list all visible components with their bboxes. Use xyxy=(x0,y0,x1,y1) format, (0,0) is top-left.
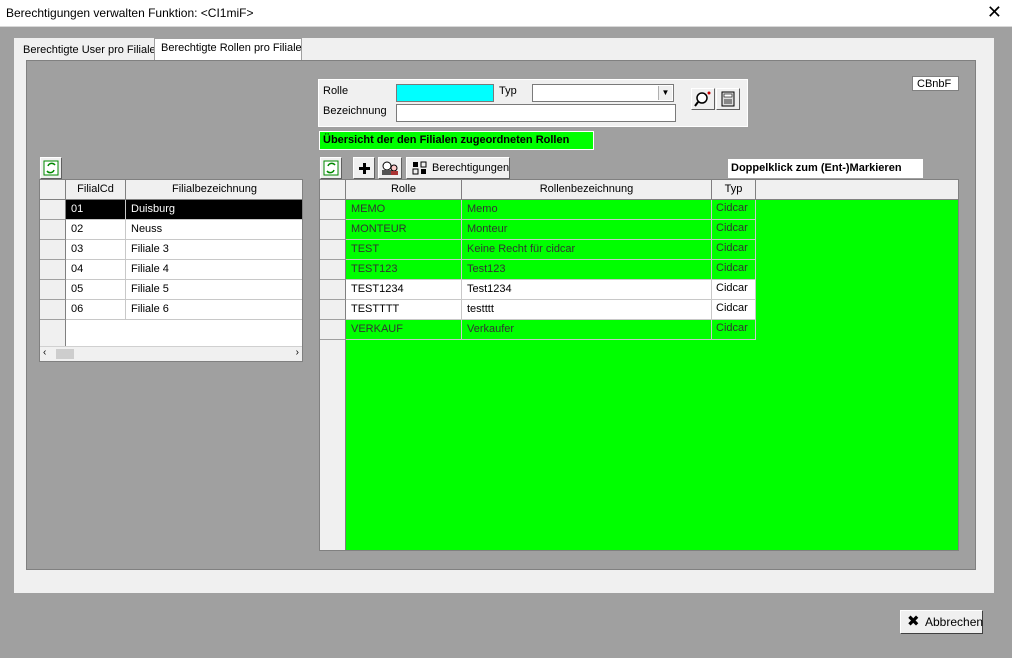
refresh-icon xyxy=(323,160,339,176)
doubleclick-hint: Doppelklick zum (Ent-)Markieren xyxy=(728,159,923,178)
window-title: Berechtigungen verwalten Funktion: <CI1m… xyxy=(6,6,254,20)
bezeichnung-input[interactable] xyxy=(396,104,676,122)
row-selector[interactable] xyxy=(40,200,66,220)
row-selector[interactable] xyxy=(320,320,346,340)
scroll-thumb[interactable] xyxy=(56,349,74,359)
rollenbezeichnung-cell[interactable]: Test1234 xyxy=(462,280,712,300)
row-selector[interactable] xyxy=(40,260,66,280)
berechtigungen-button[interactable]: Berechtigungen xyxy=(406,157,510,179)
filial-cd-cell[interactable]: 05 xyxy=(66,280,126,300)
filialen-hscrollbar[interactable]: ‹ › xyxy=(40,346,302,361)
berechtigungen-label: Berechtigungen xyxy=(432,162,510,174)
typ-cell[interactable]: Cidcar xyxy=(712,200,756,220)
typ-cell[interactable]: Cidcar xyxy=(712,300,756,320)
row-selector[interactable] xyxy=(40,280,66,300)
filial-cd-cell[interactable]: 02 xyxy=(66,220,126,240)
row-selector[interactable] xyxy=(40,300,66,320)
typ-cell[interactable]: Cidcar xyxy=(712,280,756,300)
rolle-input[interactable] xyxy=(396,84,494,102)
rollenbezeichnung-cell[interactable]: Keine Recht für cidcar xyxy=(462,240,712,260)
header-corner xyxy=(320,180,346,200)
rolle-label: Rolle xyxy=(323,85,349,97)
filial-cd-cell[interactable]: 04 xyxy=(66,260,126,280)
abbrechen-label: Abbrechen xyxy=(925,615,984,629)
tab-berechtigte-user[interactable]: Berechtigte User pro Filiale xyxy=(17,41,156,62)
calculator-button[interactable] xyxy=(716,88,740,110)
users-button[interactable] xyxy=(378,157,402,179)
bezeichnung-label: Bezeichnung xyxy=(323,105,387,117)
rolle-cell[interactable]: MEMO xyxy=(346,200,462,220)
typ-label: Typ xyxy=(499,85,517,97)
close-icon: ✖ xyxy=(907,613,920,630)
header-corner xyxy=(40,180,66,200)
header-filler xyxy=(756,180,958,200)
search-icon xyxy=(694,91,711,107)
refresh-filialen-button[interactable] xyxy=(40,157,62,179)
rolle-cell[interactable]: TESTTTT xyxy=(346,300,462,320)
row-selector[interactable] xyxy=(320,260,346,280)
typ-cell[interactable]: Cidcar xyxy=(712,240,756,260)
header-filialbezeichnung[interactable]: Filialbezeichnung xyxy=(126,180,302,200)
row-selector[interactable] xyxy=(40,220,66,240)
search-button[interactable] xyxy=(691,88,715,110)
typ-cell[interactable]: Cidcar xyxy=(712,220,756,240)
scroll-right-icon[interactable]: › xyxy=(296,347,299,358)
row-selector[interactable] xyxy=(320,240,346,260)
rollenbezeichnung-cell[interactable]: Test123 xyxy=(462,260,712,280)
add-icon xyxy=(359,163,370,174)
filial-name-cell[interactable]: Filiale 3 xyxy=(126,240,302,260)
row-selector[interactable] xyxy=(320,200,346,220)
refresh-icon xyxy=(43,160,59,176)
filialen-grid: FilialCd Filialbezeichnung 01 Duisburg 02 N… xyxy=(39,179,303,362)
users-icon xyxy=(382,161,398,175)
filial-name-cell[interactable]: Duisburg xyxy=(126,200,302,220)
permissions-icon xyxy=(412,161,427,175)
add-button[interactable] xyxy=(353,157,375,179)
chevron-down-icon[interactable]: ▼ xyxy=(658,86,672,100)
rollenbezeichnung-cell[interactable]: Verkaufer xyxy=(462,320,712,340)
filial-name-cell[interactable]: Filiale 4 xyxy=(126,260,302,280)
rolle-cell[interactable]: TEST xyxy=(346,240,462,260)
rolle-cell[interactable]: VERKAUF xyxy=(346,320,462,340)
calculator-icon xyxy=(721,91,735,107)
rolle-cell[interactable]: TEST1234 xyxy=(346,280,462,300)
typ-cell[interactable]: Cidcar xyxy=(712,260,756,280)
scroll-left-icon[interactable]: ‹ xyxy=(43,347,46,358)
filial-name-cell[interactable]: Neuss xyxy=(126,220,302,240)
refresh-rollen-button[interactable] xyxy=(320,157,342,179)
header-rolle[interactable]: Rolle xyxy=(346,180,462,200)
filial-name-cell[interactable]: Filiale 5 xyxy=(126,280,302,300)
row-selector[interactable] xyxy=(320,220,346,240)
filial-cd-cell[interactable]: 06 xyxy=(66,300,126,320)
typ-cell[interactable]: Cidcar xyxy=(712,320,756,340)
row-selector[interactable] xyxy=(40,240,66,260)
rollen-overview-banner: Übersicht der den Filialen zugeordneten … xyxy=(319,131,594,150)
close-icon[interactable]: ✕ xyxy=(987,2,1002,22)
filial-name-cell[interactable]: Filiale 6 xyxy=(126,300,302,320)
header-typ[interactable]: Typ xyxy=(712,180,756,200)
function-code-box: CBnbF xyxy=(912,76,959,91)
abbrechen-button[interactable]: ✖ Abbrechen xyxy=(900,610,983,634)
rolle-cell[interactable]: TEST123 xyxy=(346,260,462,280)
filial-cd-cell[interactable]: 01 xyxy=(66,200,126,220)
row-selector xyxy=(40,320,66,348)
rollen-grid: Rolle Rollenbezeichnung Typ MEMO Memo Cidc… xyxy=(319,179,959,551)
tab-berechtigte-rollen[interactable]: Berechtigte Rollen pro Filiale xyxy=(154,38,302,61)
title-bar: Berechtigungen verwalten Funktion: <CI1m… xyxy=(0,0,1012,27)
rollenbezeichnung-cell[interactable]: testttt xyxy=(462,300,712,320)
header-rollenbezeichnung[interactable]: Rollenbezeichnung xyxy=(462,180,712,200)
row-selector[interactable] xyxy=(320,280,346,300)
row-selector[interactable] xyxy=(320,300,346,320)
filial-cd-cell[interactable]: 03 xyxy=(66,240,126,260)
rollenbezeichnung-cell[interactable]: Memo xyxy=(462,200,712,220)
rolle-cell[interactable]: MONTEUR xyxy=(346,220,462,240)
rollenbezeichnung-cell[interactable]: Monteur xyxy=(462,220,712,240)
header-filialcd[interactable]: FilialCd xyxy=(66,180,126,200)
typ-dropdown[interactable]: ▼ xyxy=(532,84,674,102)
